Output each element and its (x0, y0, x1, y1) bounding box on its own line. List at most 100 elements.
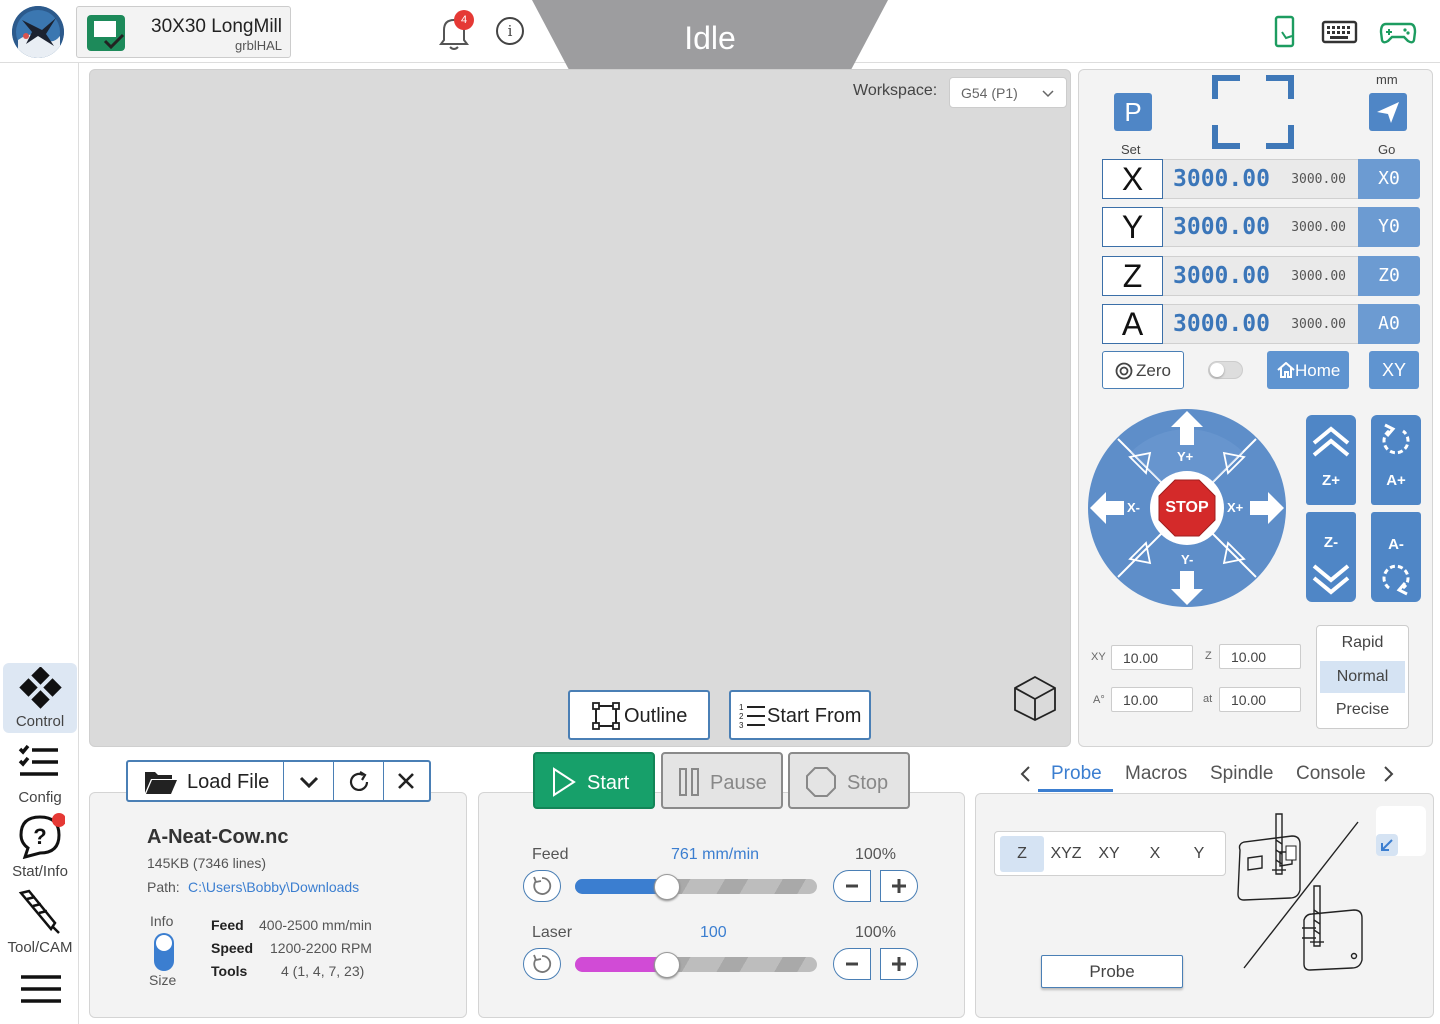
zero-x-button[interactable]: X0 (1358, 159, 1420, 199)
laser-override-slider[interactable] (575, 952, 817, 978)
close-file-button[interactable] (384, 762, 429, 800)
probe-button[interactable]: Probe (1041, 955, 1183, 988)
feed-increase-button[interactable] (880, 870, 918, 902)
info-icon[interactable]: i (496, 17, 524, 45)
control-icon (19, 667, 62, 709)
rotate-cw-icon (1382, 423, 1410, 455)
sidebar-item-label: Stat/Info (12, 863, 68, 880)
zero-a-button[interactable]: A0 (1358, 304, 1420, 344)
feed-slider-thumb[interactable] (653, 874, 680, 900)
menu-icon[interactable] (20, 973, 62, 1005)
probe-axis-z[interactable]: Z (1000, 836, 1044, 872)
axis-value-field[interactable]: 3000.00 3000.00 (1163, 256, 1360, 296)
status-text: Idle (684, 20, 736, 56)
zero-all-button[interactable]: Zero (1102, 351, 1184, 389)
speed-rapid[interactable]: Rapid (1317, 634, 1408, 652)
gamepad-icon[interactable] (1378, 14, 1418, 50)
sidebar-item-control[interactable]: Control (3, 663, 77, 733)
sidebar-item-config[interactable]: Config (3, 739, 77, 809)
zero-y-button[interactable]: Y0 (1358, 207, 1420, 247)
info-size-toggle[interactable] (154, 933, 174, 971)
tools-stat-label: Tools (211, 963, 248, 979)
recent-files-button[interactable] (284, 762, 334, 800)
feed-reset-button[interactable] (523, 870, 561, 902)
pause-label: Pause (710, 772, 767, 794)
sidebar-item-tool-cam[interactable]: Tool/CAM (3, 889, 77, 959)
machine-selector[interactable]: 30X30 LongMill grblHAL (76, 6, 291, 58)
probe-axis-xyz[interactable]: XYZ (1046, 836, 1086, 872)
pause-button[interactable]: Pause (661, 752, 783, 809)
sidebar-item-stat-info[interactable]: ? Stat/Info (3, 813, 77, 883)
go-xy-zero-button[interactable]: XY (1369, 351, 1419, 389)
load-file-button[interactable]: Load File (128, 762, 284, 800)
speed-precise[interactable]: Precise (1317, 701, 1408, 719)
laser-slider-thumb[interactable] (653, 952, 680, 978)
dro-toggle-switch[interactable] (1208, 361, 1243, 379)
frame-bounds-icon[interactable] (1212, 75, 1294, 149)
probe-axis-xy[interactable]: XY (1091, 836, 1127, 872)
endmill-icon (18, 889, 60, 934)
jog-a-minus-button[interactable]: A- (1371, 512, 1421, 602)
probe-axis-y[interactable]: Y (1181, 836, 1217, 872)
svg-text:1: 1 (739, 703, 744, 712)
3d-view-cube-icon[interactable] (1012, 674, 1058, 722)
tab-spindle[interactable]: Spindle (1210, 763, 1273, 785)
stop-button[interactable]: STOP (1150, 471, 1224, 545)
tab-probe[interactable]: Probe (1051, 763, 1102, 785)
speed-normal[interactable]: Normal (1320, 661, 1405, 693)
phone-remote-icon[interactable] (1265, 14, 1305, 50)
work-position: 3000.00 (1173, 311, 1270, 337)
feed-decrease-button[interactable] (833, 870, 871, 902)
start-button[interactable]: Start (533, 752, 655, 809)
feed-override-slider[interactable] (575, 874, 817, 900)
start-from-button[interactable]: 123 Start From (729, 690, 871, 740)
laser-increase-button[interactable] (880, 948, 918, 980)
keyboard-icon[interactable] (1320, 14, 1360, 50)
jog-z-plus-button[interactable]: Z+ (1306, 415, 1356, 505)
jog-a-plus-button[interactable]: A+ (1371, 415, 1421, 505)
home-button[interactable]: Home (1267, 351, 1349, 389)
set-label: Set (1121, 142, 1141, 157)
target-icon (1115, 362, 1133, 380)
feed-at-input[interactable]: 10.00 (1219, 687, 1301, 712)
probe-collapse-button[interactable] (1376, 806, 1426, 856)
stop-job-button[interactable]: Stop (788, 752, 910, 809)
firmware-label: grblHAL (235, 38, 282, 53)
jog-y-plus-button[interactable]: Y+ (1159, 407, 1215, 467)
sidebar: Control Config ? Stat/Info Tool/CAM (0, 63, 79, 1024)
app-logo-icon[interactable] (12, 6, 64, 58)
jog-y-minus-button[interactable]: Y- (1159, 549, 1215, 609)
workspace-select[interactable]: G54 (P1) (949, 77, 1067, 108)
file-path-link[interactable]: C:\Users\Bobby\Downloads (188, 879, 359, 895)
jog-x-plus-button[interactable]: X+ (1218, 480, 1288, 536)
tab-console[interactable]: Console (1296, 763, 1366, 785)
reload-file-button[interactable] (334, 762, 384, 800)
laser-override-label: Laser (532, 924, 573, 941)
xy-step-input[interactable]: 10.00 (1111, 645, 1193, 670)
sidebar-item-label: Config (18, 789, 62, 806)
visualizer-viewport[interactable] (89, 69, 1071, 747)
axis-value-field[interactable]: 3000.00 3000.00 (1163, 207, 1360, 247)
tabs-scroll-left-icon[interactable] (1018, 764, 1034, 784)
a-step-input[interactable]: 10.00 (1111, 687, 1193, 712)
z-step-input[interactable]: 10.00 (1219, 644, 1301, 669)
set-position-button[interactable]: P (1114, 93, 1152, 131)
zero-z-button[interactable]: Z0 (1358, 256, 1420, 296)
jog-z-minus-button[interactable]: Z- (1306, 512, 1356, 602)
jog-x-minus-button[interactable]: X- (1086, 480, 1156, 536)
go-to-button[interactable] (1369, 93, 1407, 131)
laser-reset-button[interactable] (523, 948, 561, 980)
active-tab-indicator (1038, 789, 1113, 792)
axis-value-field[interactable]: 3000.00 3000.00 (1163, 159, 1360, 199)
probe-axis-x[interactable]: X (1137, 836, 1173, 872)
units-label: mm (1376, 72, 1398, 87)
tabs-scroll-right-icon[interactable] (1380, 764, 1396, 784)
outline-button[interactable]: Outline (568, 690, 710, 740)
tab-macros[interactable]: Macros (1125, 763, 1187, 785)
x-minus-label: X- (1127, 500, 1140, 515)
laser-decrease-button[interactable] (833, 948, 871, 980)
axis-value-field[interactable]: 3000.00 3000.00 (1163, 304, 1360, 344)
plus-icon (892, 879, 906, 893)
feed-override-label: Feed (532, 846, 569, 863)
job-control-panel (478, 792, 965, 1018)
